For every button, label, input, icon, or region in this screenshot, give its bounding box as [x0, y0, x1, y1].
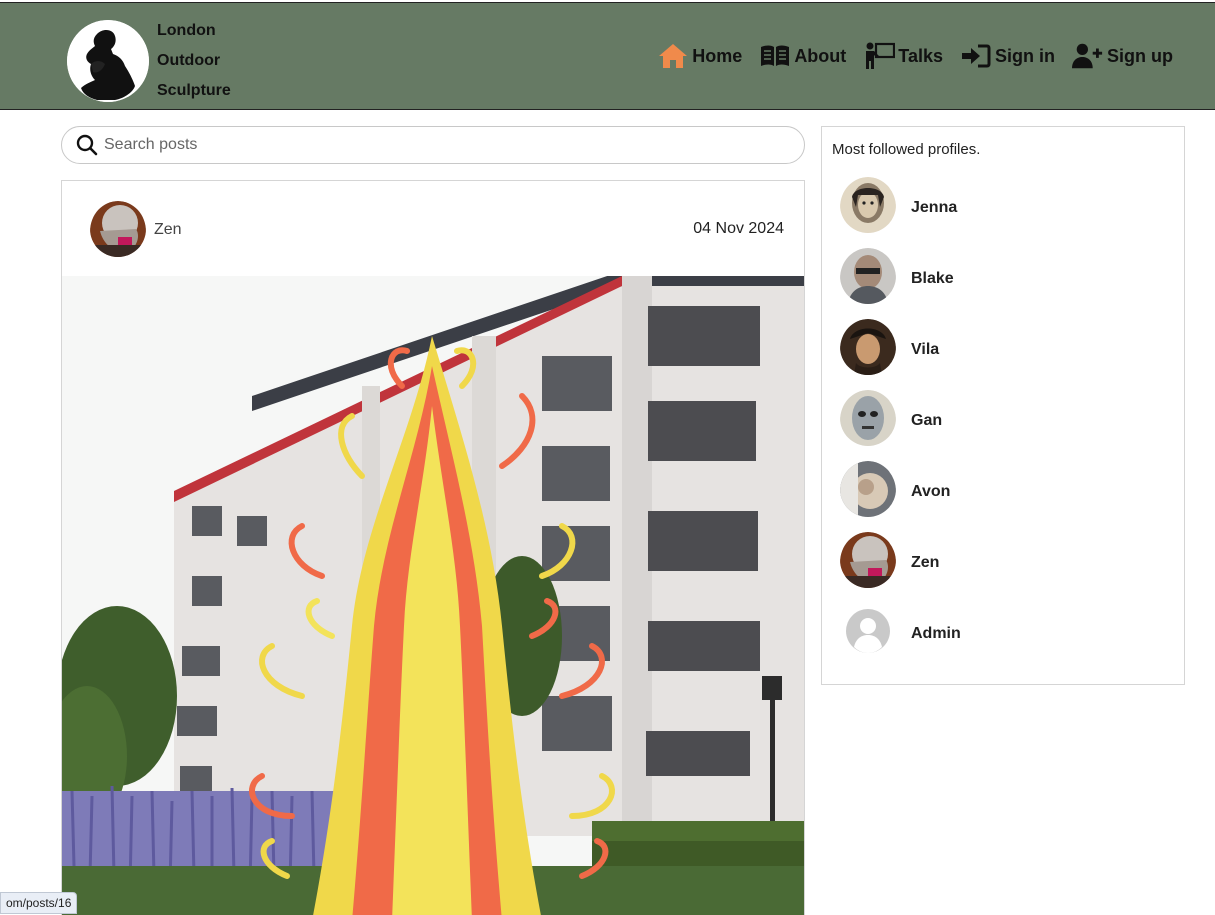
post-date: 04 Nov 2024: [693, 220, 784, 237]
thinker-silhouette-icon: [67, 20, 149, 102]
nav-sign-up[interactable]: Sign up: [1072, 41, 1173, 71]
post-header: Zen: [90, 201, 182, 262]
default-avatar-icon: [840, 603, 896, 664]
search-bar: [61, 126, 805, 164]
profile-item-gan[interactable]: Gan: [840, 390, 942, 451]
nav-talks[interactable]: Talks: [863, 41, 943, 71]
profile-name: Zen: [911, 553, 940, 571]
post-image[interactable]: [62, 276, 804, 915]
profile-name: Avon: [911, 482, 951, 500]
profile-name: Jenna: [911, 198, 958, 216]
nav-home[interactable]: Home: [657, 41, 742, 71]
home-icon: [657, 41, 689, 71]
nav-sign-in[interactable]: Sign in: [960, 41, 1055, 71]
profile-item-zen[interactable]: Zen: [840, 532, 939, 593]
search-input[interactable]: [104, 136, 804, 154]
profile-item-avon[interactable]: Avon: [840, 461, 950, 522]
profile-item-vila[interactable]: Vila: [840, 319, 939, 380]
post-author-name[interactable]: Zen: [154, 221, 182, 239]
page: London Outdoor Sculpture Home About Talk…: [0, 0, 1215, 915]
presenter-icon: [863, 41, 896, 71]
most-followed-panel: Most followed profiles. Jenna Blake Vila…: [821, 126, 1185, 685]
avatar: [840, 177, 896, 238]
avatar: [840, 319, 896, 380]
brand-link[interactable]: London Outdoor Sculpture: [67, 16, 231, 106]
avatar: [840, 532, 896, 593]
nav-about[interactable]: About: [759, 41, 846, 71]
status-bar-url: om/posts/16: [0, 892, 78, 914]
nav-sign-up-label: Sign up: [1107, 45, 1173, 66]
book-icon: [759, 41, 791, 71]
profile-item-blake[interactable]: Blake: [840, 248, 954, 309]
nav-about-label: About: [794, 45, 847, 66]
brand-line-3: Sculpture: [157, 82, 231, 99]
brand-name: London Outdoor Sculpture: [157, 16, 231, 106]
search-icon: [76, 134, 98, 156]
nav-talks-label: Talks: [898, 45, 943, 66]
profile-item-jenna[interactable]: Jenna: [840, 177, 957, 238]
profile-item-admin[interactable]: Admin: [840, 603, 961, 664]
profile-name: Admin: [911, 624, 961, 642]
sidebar-title: Most followed profiles.: [832, 141, 981, 158]
main-nav: Home About Talks Sign in Sign up: [640, 41, 1173, 71]
brand-line-2: Outdoor: [157, 52, 221, 69]
avatar: [840, 461, 896, 522]
nav-sign-in-label: Sign in: [995, 45, 1055, 66]
navbar: London Outdoor Sculpture Home About Talk…: [0, 2, 1215, 110]
sign-in-icon: [960, 41, 992, 71]
nav-home-label: Home: [692, 45, 743, 66]
profile-name: Gan: [911, 411, 943, 429]
brand-line-1: London: [157, 22, 216, 39]
profile-name: Blake: [911, 269, 954, 287]
post-card: Zen 04 Nov 2024: [61, 180, 805, 915]
profile-name: Vila: [911, 340, 940, 358]
post-author-avatar[interactable]: [90, 201, 146, 262]
avatar: [840, 390, 896, 451]
user-plus-icon: [1072, 41, 1104, 71]
avatar: [840, 248, 896, 309]
